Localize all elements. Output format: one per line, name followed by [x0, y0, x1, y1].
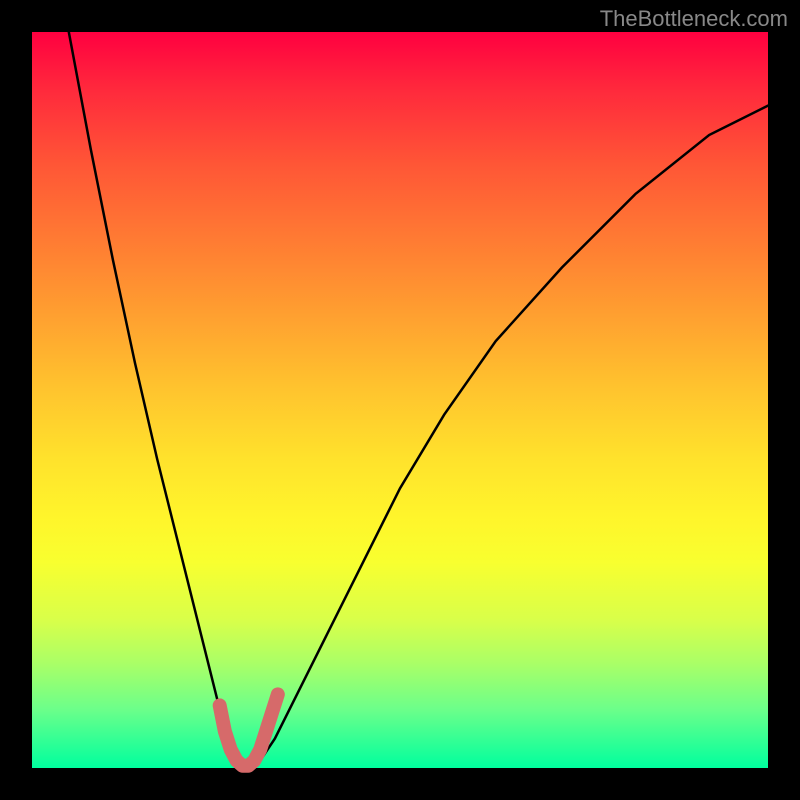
chart-svg: [32, 32, 768, 768]
highlight-segment: [220, 694, 278, 765]
watermark-text: TheBottleneck.com: [600, 6, 788, 32]
bottleneck-curve: [69, 32, 768, 768]
